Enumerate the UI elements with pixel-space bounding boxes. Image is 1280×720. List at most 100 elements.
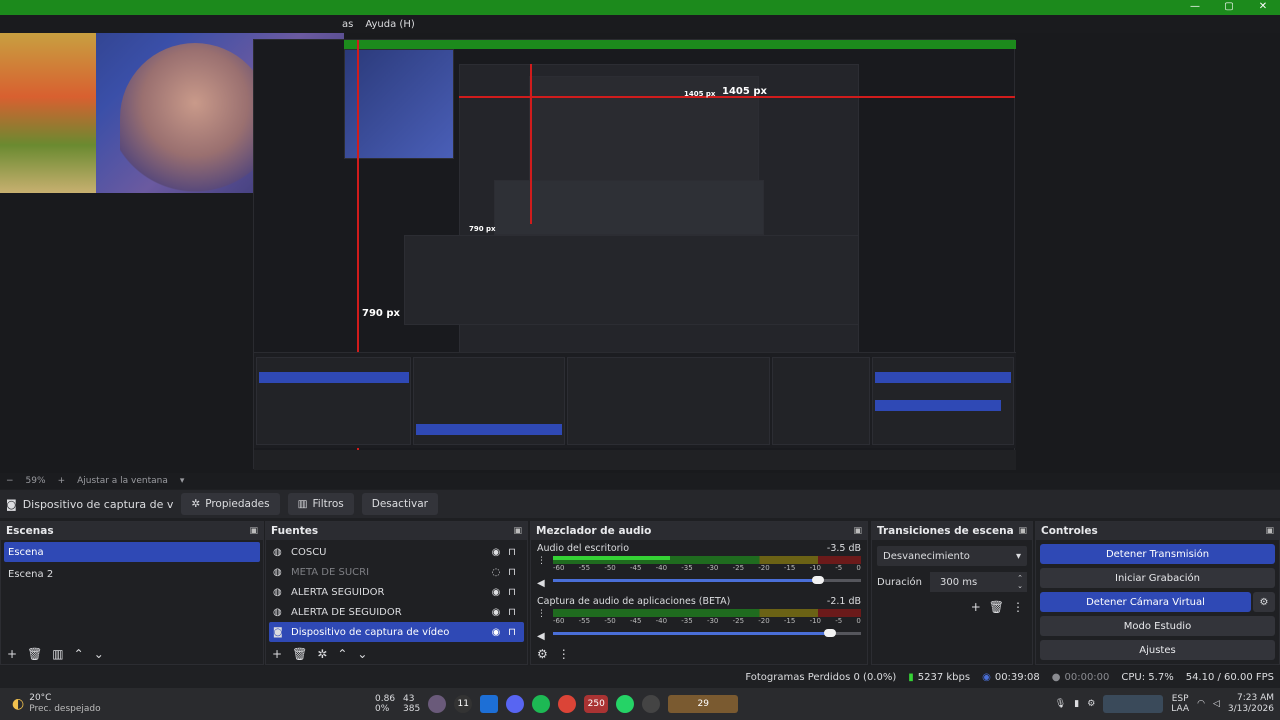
scene-item[interactable]: Escena 2 bbox=[4, 564, 260, 584]
virtual-cam-settings-icon[interactable]: ⚙ bbox=[1253, 592, 1275, 612]
badge-11[interactable]: 11 bbox=[454, 695, 473, 713]
lock-icon[interactable]: ⊓ bbox=[504, 587, 520, 598]
mini-width-label: 1405 px bbox=[684, 90, 716, 98]
language-indicator[interactable]: ESP LAA bbox=[1171, 694, 1189, 714]
volume-slider[interactable] bbox=[553, 575, 861, 585]
eye-icon[interactable]: ◉ bbox=[488, 587, 504, 598]
add-icon[interactable]: + bbox=[272, 647, 282, 661]
settings-icon[interactable]: ⚙ bbox=[1087, 699, 1095, 709]
lock-icon[interactable]: ⊓ bbox=[504, 547, 520, 558]
volume-icon[interactable]: ◁ bbox=[1213, 699, 1220, 709]
undock-icon[interactable]: ▣ bbox=[513, 526, 522, 536]
lock-icon[interactable]: ⊓ bbox=[504, 627, 520, 638]
zoom-in-button[interactable]: + bbox=[52, 476, 72, 486]
eye-hidden-icon[interactable]: ◌ bbox=[488, 567, 504, 578]
source-toolbar: ◙ Dispositivo de captura de v ✲ Propieda… bbox=[0, 490, 1280, 518]
fit-to-window-label[interactable]: Ajustar a la ventana bbox=[71, 476, 174, 486]
clock[interactable]: 7:23 AM 3/13/2026 bbox=[1228, 693, 1274, 715]
source-item[interactable]: ◍ ALERTA DE SEGUIDOR ◉ ⊓ bbox=[269, 602, 524, 622]
trash-icon[interactable]: 🗑 bbox=[989, 600, 1004, 614]
eye-icon[interactable]: ◉ bbox=[488, 627, 504, 638]
undock-icon[interactable]: ▣ bbox=[249, 526, 258, 536]
obs-icon[interactable] bbox=[642, 695, 661, 713]
source-item[interactable]: ◍ COSCU ◉ ⊓ bbox=[269, 542, 524, 562]
badge-250[interactable]: 250 bbox=[584, 695, 609, 713]
scene-item[interactable]: Escena bbox=[4, 542, 260, 562]
stop-stream-button[interactable]: Detener Transmisión bbox=[1040, 544, 1275, 564]
more-icon[interactable]: ⋮ bbox=[1012, 600, 1024, 614]
trash-icon[interactable]: 🗑 bbox=[292, 647, 307, 661]
duration-input[interactable]: 300 ms ⌃ ⌄ bbox=[930, 572, 1027, 592]
spinner-icon[interactable]: ⌃ ⌄ bbox=[1017, 574, 1023, 590]
speaker-icon[interactable]: ◀ bbox=[537, 631, 545, 642]
trash-icon[interactable]: 🗑 bbox=[27, 647, 42, 661]
meter-tick: -50 bbox=[604, 564, 616, 572]
spotify-icon[interactable] bbox=[532, 695, 551, 713]
mixer-settings-icon[interactable]: ⚙ bbox=[537, 647, 548, 661]
source-label: META DE SUCRI bbox=[291, 566, 370, 578]
nested-dock bbox=[404, 235, 859, 325]
minimize-button[interactable]: — bbox=[1178, 0, 1212, 15]
add-icon[interactable]: + bbox=[971, 600, 981, 614]
transition-type-select[interactable]: Desvanecimiento ▾ bbox=[877, 546, 1027, 566]
undock-icon[interactable]: ▣ bbox=[1265, 526, 1274, 536]
eye-icon[interactable]: ◉ bbox=[488, 547, 504, 558]
start-recording-button[interactable]: Iniciar Grabación bbox=[1040, 568, 1275, 588]
menu-item-partial[interactable]: as bbox=[336, 19, 359, 30]
chevron-down-icon[interactable]: ⌄ bbox=[94, 647, 104, 661]
slider-knob[interactable] bbox=[824, 629, 837, 637]
sources-title: Fuentes bbox=[271, 525, 319, 537]
add-icon[interactable]: + bbox=[7, 647, 17, 661]
undock-icon[interactable]: ▣ bbox=[853, 526, 862, 536]
zoom-value: 59% bbox=[25, 476, 46, 486]
filters-button[interactable]: ▥ Filtros bbox=[287, 493, 354, 515]
meter-tick: 0 bbox=[856, 564, 861, 572]
eye-icon[interactable]: ◉ bbox=[488, 607, 504, 618]
weather-widget[interactable]: ◐ 20°C Prec. despejado bbox=[0, 693, 150, 715]
source-item[interactable]: ◍ META DE SUCRI ◌ ⊓ bbox=[269, 562, 524, 582]
mini-height-label: 790 px bbox=[469, 225, 496, 233]
source-type-icon: ◍ bbox=[273, 586, 282, 598]
chevron-up-icon[interactable]: ⌃ bbox=[74, 647, 84, 661]
badge-29[interactable]: 29 bbox=[668, 695, 739, 713]
discord-icon[interactable] bbox=[506, 695, 525, 713]
more-icon[interactable]: ⋮ bbox=[537, 556, 546, 566]
chrome-icon[interactable] bbox=[558, 695, 577, 713]
controls-title: Controles bbox=[1041, 525, 1098, 537]
stop-virtual-cam-button[interactable]: Detener Cámara Virtual bbox=[1040, 592, 1251, 612]
maximize-button[interactable]: ▢ bbox=[1212, 0, 1246, 15]
wifi-icon[interactable]: ◠ bbox=[1197, 699, 1205, 709]
app-icon[interactable] bbox=[428, 695, 447, 713]
undock-icon[interactable]: ▣ bbox=[1018, 526, 1027, 536]
source-item[interactable]: ◙ Dispositivo de captura de vídeo ◉ ⊓ bbox=[269, 622, 524, 642]
studio-mode-button[interactable]: Modo Estudio bbox=[1040, 616, 1275, 636]
preview-area[interactable]: 1405 px 790 px 1405 px 790 px bbox=[0, 33, 1280, 473]
lock-icon[interactable]: ⊓ bbox=[504, 607, 520, 618]
zoom-out-button[interactable]: − bbox=[0, 476, 20, 486]
speaker-icon[interactable]: ◀ bbox=[537, 578, 545, 589]
volume-slider[interactable] bbox=[553, 628, 861, 638]
chevron-down-icon[interactable]: ⌄ bbox=[357, 647, 367, 661]
nested-docks bbox=[254, 352, 1016, 448]
camera-icon[interactable]: ▮ bbox=[1074, 699, 1079, 709]
deactivate-button[interactable]: Desactivar bbox=[361, 493, 438, 515]
settings-button[interactable]: Ajustes bbox=[1040, 640, 1275, 660]
zoom-dropdown[interactable]: ▾ bbox=[174, 476, 191, 486]
tray-app-icon[interactable] bbox=[1103, 695, 1164, 713]
gear-icon[interactable]: ✲ bbox=[317, 647, 327, 661]
more-icon[interactable]: ⋮ bbox=[558, 647, 570, 661]
source-label: COSCU bbox=[291, 546, 327, 558]
chevron-up-icon[interactable]: ⌃ bbox=[337, 647, 347, 661]
filter-icon[interactable]: ▥ bbox=[52, 647, 63, 661]
windows-icon[interactable] bbox=[480, 695, 499, 713]
close-button[interactable]: ✕ bbox=[1246, 0, 1280, 15]
microphone-icon[interactable]: 🎙 bbox=[1055, 699, 1066, 709]
menu-item-help[interactable]: Ayuda (H) bbox=[359, 19, 420, 30]
slider-knob[interactable] bbox=[811, 576, 824, 584]
preview-canvas[interactable]: 1405 px 790 px 1405 px 790 px bbox=[253, 39, 1016, 470]
more-icon[interactable]: ⋮ bbox=[537, 609, 546, 619]
lock-icon[interactable]: ⊓ bbox=[504, 567, 520, 578]
whatsapp-icon[interactable] bbox=[616, 695, 635, 713]
source-item[interactable]: ◍ ALERTA SEGUIDOR ◉ ⊓ bbox=[269, 582, 524, 602]
properties-button[interactable]: ✲ Propiedades bbox=[181, 493, 280, 515]
